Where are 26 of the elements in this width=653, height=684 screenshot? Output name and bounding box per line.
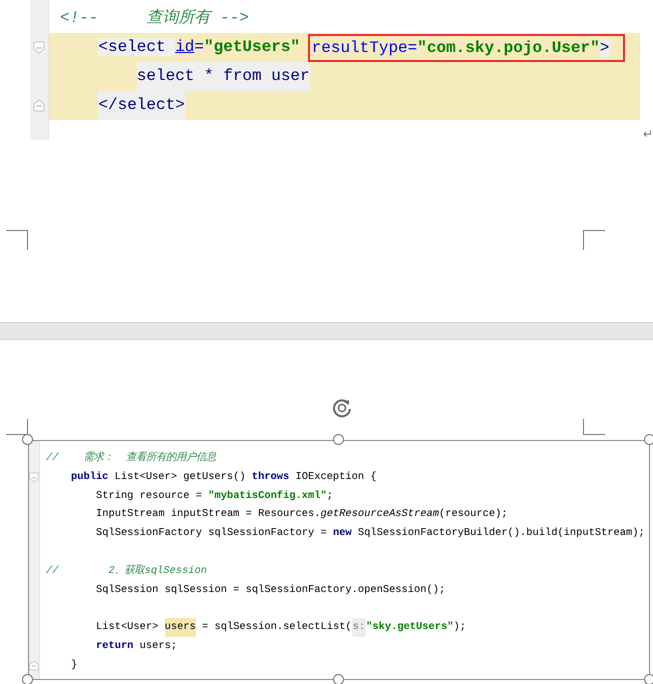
crop-mark — [6, 230, 28, 250]
resize-handle[interactable] — [644, 434, 653, 445]
code-line: SqlSession sqlSession = sqlSessionFactory.openSession(); — [96, 582, 446, 598]
code-line: // 2、获取sqlSession — [46, 564, 207, 579]
resize-handle[interactable] — [333, 434, 344, 445]
code-line: public List<User> getUsers() throws IOException { — [71, 470, 377, 485]
resize-handle[interactable] — [22, 434, 33, 445]
crop-mark — [583, 419, 605, 435]
rotate-handle-icon[interactable] — [331, 397, 353, 419]
resize-handle[interactable] — [644, 674, 653, 684]
resize-handle[interactable] — [333, 674, 344, 684]
annotation-box: resultType="com.sky.pojo.User"> — [308, 34, 626, 62]
code-line: SqlSessionFactory sqlSessionFactory = new SqlSessionFactoryBuilder().build(inputStream); — [96, 526, 645, 542]
code-line: } — [71, 658, 78, 673]
fold-icon[interactable] — [33, 99, 45, 112]
crop-mark — [583, 230, 605, 250]
code-line: <!-- 查询所有 --> — [60, 8, 249, 29]
resize-handle[interactable] — [22, 674, 33, 684]
code-line: List<User> users = sqlSession.selectList(s:"sky.getUsers"); — [96, 618, 466, 637]
code-line: // 需求： 查看所有的用户信息 — [46, 450, 216, 466]
fold-icon[interactable] — [33, 41, 45, 54]
code-line: String resource = "mybatisConfig.xml"; — [96, 488, 333, 504]
paragraph-mark: ↵ — [643, 128, 653, 140]
code-text: <select id="getUsers" — [98, 37, 302, 58]
code-line: InputStream inputStream = Resources.getResourceAsStream(resource); — [96, 507, 508, 522]
code-line: return users; — [96, 638, 178, 654]
